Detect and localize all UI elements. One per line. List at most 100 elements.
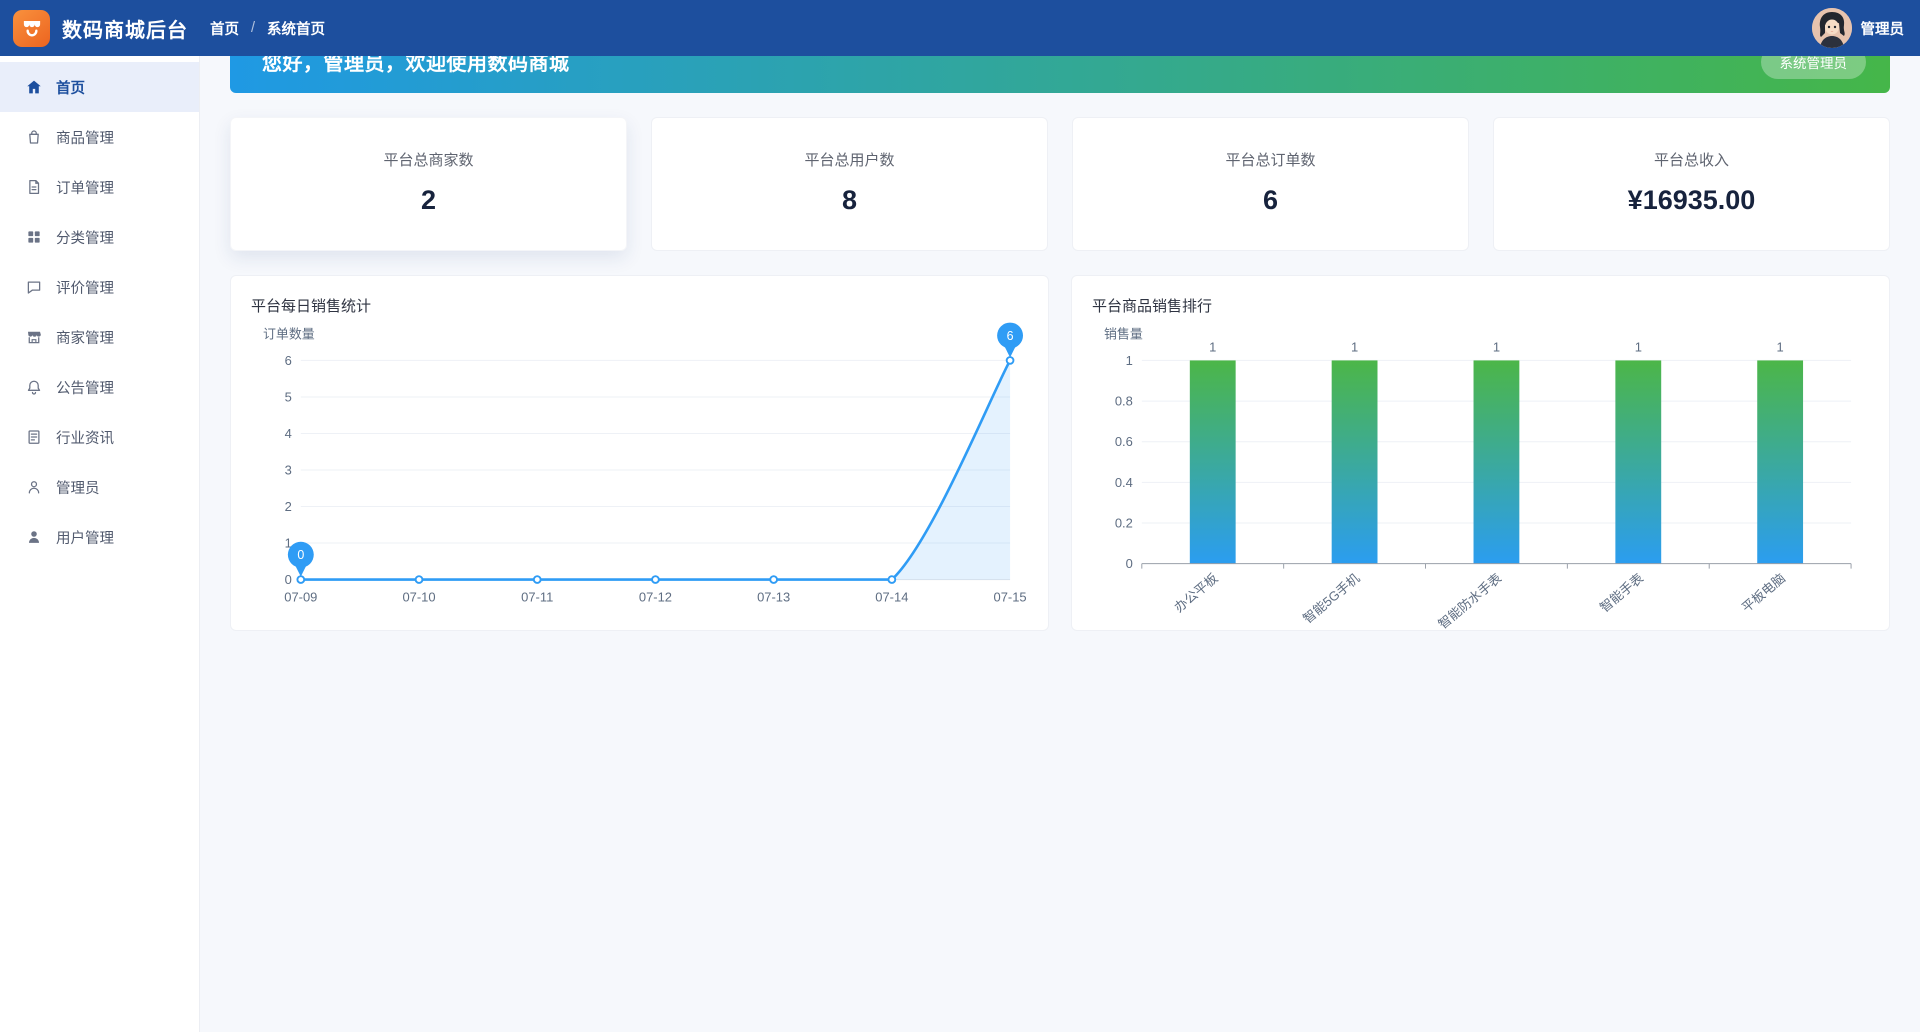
goods-icon (25, 128, 43, 146)
sidebar-item-label: 商品管理 (56, 127, 114, 148)
charts-row: 平台每日销售统计 0123456订单数量07-0907-1007-1107-12… (230, 275, 1890, 631)
sidebar-item-label: 商家管理 (56, 327, 114, 348)
bar (1615, 360, 1661, 563)
sidebar-nav: 首页商品管理订单管理分类管理评价管理商家管理公告管理行业资讯管理员用户管理 (0, 56, 200, 1032)
y-tick-label: 6 (285, 353, 292, 368)
x-tick-label: 07-15 (994, 589, 1027, 604)
user-name-label: 管理员 (1861, 18, 1905, 39)
daily-sales-card: 平台每日销售统计 0123456订单数量07-0907-1007-1107-12… (230, 275, 1049, 631)
daily-sales-title: 平台每日销售统计 (251, 295, 1028, 316)
product-ranking-title: 平台商品销售排行 (1092, 295, 1869, 316)
y-tick-label: 4 (285, 426, 292, 441)
notice-icon (25, 378, 43, 396)
sidebar-item-label: 管理员 (56, 477, 100, 498)
users-icon (25, 528, 43, 546)
merchant-icon (25, 328, 43, 346)
bar (1190, 360, 1236, 563)
data-point-marker (416, 576, 423, 583)
stat-label: 平台总用户数 (652, 149, 1047, 170)
y-tick-label: 0.2 (1115, 515, 1133, 530)
bar-value-label: 1 (1209, 339, 1216, 354)
data-point-marker (297, 576, 304, 583)
x-tick-label: 07-12 (639, 589, 672, 604)
x-tick-label: 07-11 (521, 589, 553, 604)
sidebar-item-admin[interactable]: 管理员 (0, 462, 199, 512)
main-content: 您好，管理员，欢迎使用数码商城 系统管理员 平台总商家数2平台总用户数8平台总订… (200, 0, 1920, 631)
sidebar-item-goods[interactable]: 商品管理 (0, 112, 199, 162)
product-ranking-card: 平台商品销售排行 00.20.40.60.81销售量1办公平板1智能5G手机1智… (1071, 275, 1890, 631)
stat-value: 8 (652, 185, 1047, 216)
sidebar-item-merchant[interactable]: 商家管理 (0, 312, 199, 362)
y-tick-label: 1 (1126, 353, 1133, 368)
news-icon (25, 428, 43, 446)
app-logo-icon (13, 10, 50, 47)
sidebar-item-review[interactable]: 评价管理 (0, 262, 199, 312)
data-point-marker (652, 576, 659, 583)
pin-label: 6 (1007, 329, 1014, 343)
stat-label: 平台总商家数 (231, 149, 626, 170)
x-tick-label: 办公平板 (1171, 570, 1220, 615)
bar (1757, 360, 1803, 563)
y-tick-label: 0 (1126, 556, 1133, 571)
stat-label: 平台总订单数 (1073, 149, 1468, 170)
bar-value-label: 1 (1635, 339, 1642, 354)
breadcrumb-current[interactable]: 系统首页 (267, 18, 325, 39)
avatar-illustration (1812, 8, 1852, 48)
top-header: 数码商城后台 首页 / 系统首页 管理员 (0, 0, 1920, 56)
daily-sales-line-chart: 0123456订单数量07-0907-1007-1107-1207-1307-1… (251, 320, 1028, 622)
sidebar-item-users[interactable]: 用户管理 (0, 512, 199, 562)
stat-value: ¥16935.00 (1494, 185, 1889, 216)
data-point-marker (888, 576, 895, 583)
sidebar-item-label: 订单管理 (56, 177, 114, 198)
bar (1332, 360, 1378, 563)
stat-card: 平台总用户数 8 (651, 117, 1048, 251)
y-tick-label: 3 (285, 462, 292, 477)
stat-value: 2 (231, 185, 626, 216)
bar-value-label: 1 (1493, 339, 1500, 354)
pin-label: 0 (297, 548, 304, 562)
header-user-area: 管理员 (1812, 8, 1905, 48)
x-tick-label: 07-13 (757, 589, 790, 604)
y-tick-label: 2 (285, 499, 292, 514)
y-tick-label: 5 (285, 389, 292, 404)
y-tick-label: 0 (285, 572, 292, 587)
bar (1474, 360, 1520, 563)
data-point-marker (1007, 357, 1014, 364)
breadcrumb-separator: / (251, 20, 255, 36)
y-tick-label: 0.8 (1115, 394, 1133, 409)
app-title: 数码商城后台 (62, 14, 188, 43)
sidebar-item-label: 用户管理 (56, 527, 114, 548)
sidebar-item-home[interactable]: 首页 (0, 62, 199, 112)
sidebar-item-category[interactable]: 分类管理 (0, 212, 199, 262)
y-tick-label: 0.6 (1115, 434, 1133, 449)
stat-card: 平台总商家数 2 (230, 117, 627, 251)
product-ranking-bar-chart: 00.20.40.60.81销售量1办公平板1智能5G手机1智能防水手表1智能手… (1092, 320, 1869, 622)
sidebar-item-news[interactable]: 行业资讯 (0, 412, 199, 462)
user-avatar[interactable] (1812, 8, 1852, 48)
sidebar-item-orders[interactable]: 订单管理 (0, 162, 199, 212)
sidebar-item-notice[interactable]: 公告管理 (0, 362, 199, 412)
category-icon (25, 228, 43, 246)
breadcrumb-home[interactable]: 首页 (210, 18, 239, 39)
storefront-icon (19, 15, 45, 41)
bar-value-label: 1 (1351, 339, 1358, 354)
x-tick-label: 智能5G手机 (1300, 570, 1363, 626)
bar-value-label: 1 (1777, 339, 1784, 354)
admin-icon (25, 478, 43, 496)
stat-card: 平台总收入¥16935.00 (1493, 117, 1890, 251)
sidebar-item-label: 分类管理 (56, 227, 114, 248)
stats-row: 平台总商家数 2 平台总用户数 8 平台总订单数 6 平台总收入¥16935.00 (230, 117, 1890, 251)
review-icon (25, 278, 43, 296)
data-point-marker (770, 576, 777, 583)
stat-value: 6 (1073, 185, 1468, 216)
x-tick-label: 07-09 (284, 589, 317, 604)
x-tick-label: 智能防水手表 (1435, 570, 1504, 631)
data-point-marker (534, 576, 541, 583)
sidebar-item-label: 公告管理 (56, 377, 114, 398)
home-icon (25, 78, 43, 96)
orders-icon (25, 178, 43, 196)
x-tick-label: 平板电脑 (1739, 570, 1788, 615)
breadcrumb: 首页 / 系统首页 (210, 0, 325, 56)
x-tick-label: 智能手表 (1597, 570, 1646, 615)
sidebar-item-label: 首页 (56, 77, 85, 98)
